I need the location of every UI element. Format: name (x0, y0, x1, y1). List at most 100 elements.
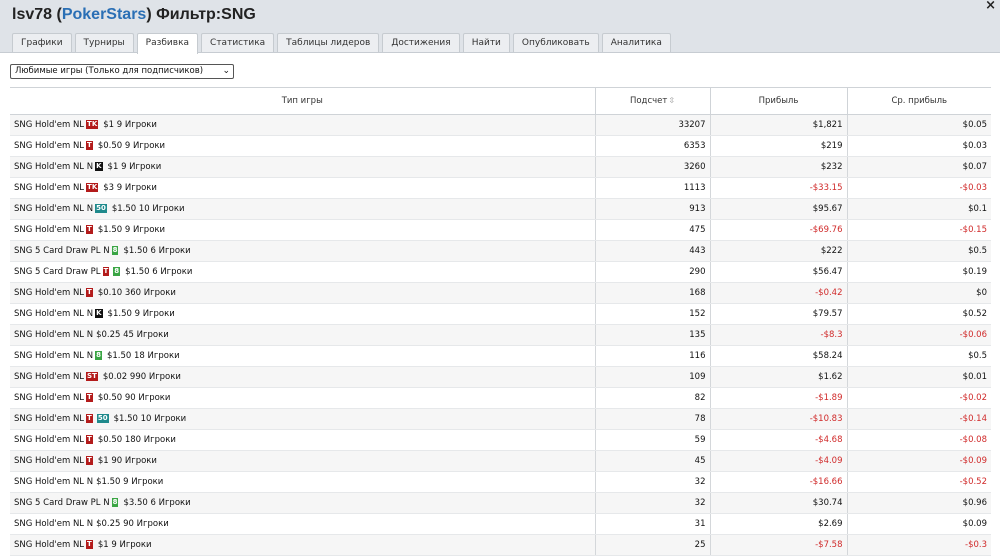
table-row[interactable]: SNG Hold'em NL T $1 9 Игроки 25 -$7.58 -$0.3 (10, 534, 991, 556)
table-row[interactable]: SNG 5 Card Draw PL T 8 $1.50 6 Игроки 290 $56… (10, 261, 991, 283)
table-row[interactable]: SNG Hold'em NL N K $1.50 9 Игроки 152 $79.57… (10, 303, 991, 325)
game-type-cell: SNG Hold'em NL N K $1 9 Игроки (10, 156, 595, 178)
game-type-prefix: SNG Hold'em NL N (14, 204, 94, 214)
sort-icon[interactable]: ⇳ (668, 96, 675, 105)
tab-0[interactable]: Графики (12, 33, 72, 52)
game-type-suffix: $0.50 90 Игроки (97, 393, 171, 403)
table-row[interactable]: SNG 5 Card Draw PL N 8 $3.50 6 Игроки 32 $30… (10, 492, 991, 514)
table-row[interactable]: SNG Hold'em NL N 8 $1.50 18 Игроки 116 $58.2… (10, 345, 991, 367)
avg-profit-cell: -$0.06 (846, 324, 991, 346)
table-row[interactable]: SNG Hold'em NL T $1 90 Игроки 45 -$4.09 -$0.0… (10, 450, 991, 472)
table-row[interactable]: SNG Hold'em NL T $0.50 9 Игроки 6353 $219 $0.… (10, 135, 991, 157)
column-header-game-type[interactable]: Тип игры (10, 87, 595, 115)
tab-5[interactable]: Достижения (382, 33, 460, 52)
game-type-prefix: SNG Hold'em NL (14, 393, 85, 403)
chevron-down-icon: ⌄ (222, 66, 230, 76)
table-row[interactable]: SNG Hold'em NL N 50 $1.50 10 Игроки 913 $95.… (10, 198, 991, 220)
profit-cell: -$4.68 (709, 429, 847, 451)
table-row[interactable]: SNG Hold'em NL ST $0.02 990 Игроки 109 $1.62… (10, 366, 991, 388)
game-type-cell: SNG Hold'em NL T $1 9 Игроки (10, 534, 595, 556)
game-type-suffix: $1 9 Игроки (97, 540, 152, 550)
tab-4[interactable]: Таблицы лидеров (277, 33, 380, 52)
game-badge-icon: T (86, 225, 93, 234)
game-type-cell: SNG Hold'em NL N $1.50 9 Игроки (10, 471, 595, 493)
game-badge-icon: 8 (111, 246, 119, 255)
avg-profit-cell: $0.03 (846, 135, 991, 157)
close-icon[interactable]: × (985, 0, 996, 13)
game-type-prefix: SNG Hold'em NL (14, 225, 85, 235)
table-row[interactable]: SNG Hold'em NL T $0.50 90 Игроки 82 -$1.89 -$… (10, 387, 991, 409)
count-cell: 135 (594, 324, 710, 346)
game-type-cell: SNG Hold'em NL TK $3 9 Игроки (10, 177, 595, 199)
profit-cell: $56.47 (709, 261, 847, 283)
game-type-cell: SNG Hold'em NL T 50 $1.50 10 Игроки (10, 408, 595, 430)
game-type-suffix: $3.50 6 Игроки (123, 498, 191, 508)
table-row[interactable]: SNG Hold'em NL T $0.50 180 Игроки 59 -$4.68-… (10, 429, 991, 451)
profit-cell: $219 (709, 135, 847, 157)
game-type-suffix: $0.10 360 Игроки (97, 288, 176, 298)
game-type-cell: SNG 5 Card Draw PL N 8 $3.50 6 Игроки (10, 492, 595, 514)
game-badge-icon: 50 (96, 414, 109, 423)
count-cell: 443 (594, 240, 710, 262)
count-cell: 33207 (594, 114, 710, 136)
avg-profit-cell: -$0.02 (846, 387, 991, 409)
profit-cell: $1.62 (709, 366, 847, 388)
tab-6[interactable]: Найти (462, 33, 510, 52)
game-badge-icon: K (95, 309, 103, 318)
avg-profit-cell: $0.5 (846, 345, 991, 367)
filter-label: Фильтр: (156, 6, 222, 23)
column-header-count[interactable]: Подсчет⇳ (594, 87, 710, 115)
avg-profit-cell: -$0.3 (846, 534, 991, 556)
count-cell: 45 (594, 450, 710, 472)
table-row[interactable]: SNG Hold'em NL N $0.25 90 Игроки 31 $2.69 $0… (10, 513, 991, 535)
game-badge-icon: TK (86, 120, 99, 129)
profit-cell: $95.67 (709, 198, 847, 220)
game-type-suffix: $0.25 90 Игроки (96, 519, 169, 529)
game-type-prefix: SNG Hold'em NL (14, 141, 85, 151)
profit-cell: -$33.15 (709, 177, 847, 199)
profit-cell: -$10.83 (709, 408, 847, 430)
avg-profit-cell: $0.52 (846, 303, 991, 325)
game-type-suffix: $1.50 9 Игроки (97, 225, 166, 235)
table-row[interactable]: SNG Hold'em NL TK $3 9 Игроки 1113 -$33.15 -$… (10, 177, 991, 199)
game-badge-icon: T (86, 435, 93, 444)
profit-cell: $2.69 (709, 513, 847, 535)
game-badge-icon: 50 (95, 204, 107, 213)
count-cell: 59 (594, 429, 710, 451)
game-type-suffix: $0.25 45 Игроки (96, 330, 169, 340)
avg-profit-cell: -$0.09 (846, 450, 991, 472)
table-row[interactable]: SNG Hold'em NL N $0.25 45 Игроки 135 -$8.3-… (10, 324, 991, 346)
game-type-cell: SNG Hold'em NL N 8 $1.50 18 Игроки (10, 345, 595, 367)
count-cell: 31 (594, 513, 710, 535)
game-badge-icon: 8 (95, 351, 102, 360)
table-row[interactable]: SNG Hold'em NL TK $1 9 Игроки 33207 $1,821 $0… (10, 114, 991, 136)
tab-3[interactable]: Статистика (201, 33, 275, 52)
count-cell: 25 (594, 534, 710, 556)
tab-1[interactable]: Турниры (74, 33, 134, 52)
count-cell: 82 (594, 387, 710, 409)
tab-2[interactable]: Разбивка (136, 33, 199, 54)
profit-cell: -$69.76 (709, 219, 847, 241)
game-type-cell: SNG 5 Card Draw PL T 8 $1.50 6 Игроки (10, 261, 595, 283)
avg-profit-cell: $0.05 (846, 114, 991, 136)
game-type-suffix: $1.50 6 Игроки (123, 246, 191, 256)
table-row[interactable]: SNG 5 Card Draw PL N 8 $1.50 6 Игроки 443 $2… (10, 240, 991, 262)
avg-profit-cell: $0.09 (846, 513, 991, 535)
column-header-avg-profit[interactable]: Ср. прибыль (846, 87, 991, 115)
profit-cell: -$8.3 (709, 324, 847, 346)
column-header-profit[interactable]: Прибыль (709, 87, 847, 115)
profit-cell: -$7.58 (709, 534, 847, 556)
count-cell: 913 (594, 198, 710, 220)
avg-profit-cell: $0.1 (846, 198, 991, 220)
avg-profit-cell: $0.5 (846, 240, 991, 262)
table-row[interactable]: SNG Hold'em NL T $0.10 360 Игроки 168 -$0.42… (10, 282, 991, 304)
table-row[interactable]: SNG Hold'em NL T 50 $1.50 10 Игроки 78 -$10.8… (10, 408, 991, 430)
tab-8[interactable]: Аналитика (601, 33, 671, 52)
game-type-suffix: $1.50 10 Игроки (111, 204, 185, 214)
site-link[interactable]: PokerStars (62, 6, 147, 23)
tab-7[interactable]: Опубликовать (512, 33, 599, 52)
table-row[interactable]: SNG Hold'em NL N K $1 9 Игроки 3260 $232 $0.0… (10, 156, 991, 178)
favorites-select[interactable]: Любимые игры (Только для подписчиков) ⌄ (10, 64, 234, 79)
table-row[interactable]: SNG Hold'em NL T $1.50 9 Игроки 475 -$69.76-… (10, 219, 991, 241)
table-row[interactable]: SNG Hold'em NL N $1.50 9 Игроки 32 -$16.66-… (10, 471, 991, 493)
